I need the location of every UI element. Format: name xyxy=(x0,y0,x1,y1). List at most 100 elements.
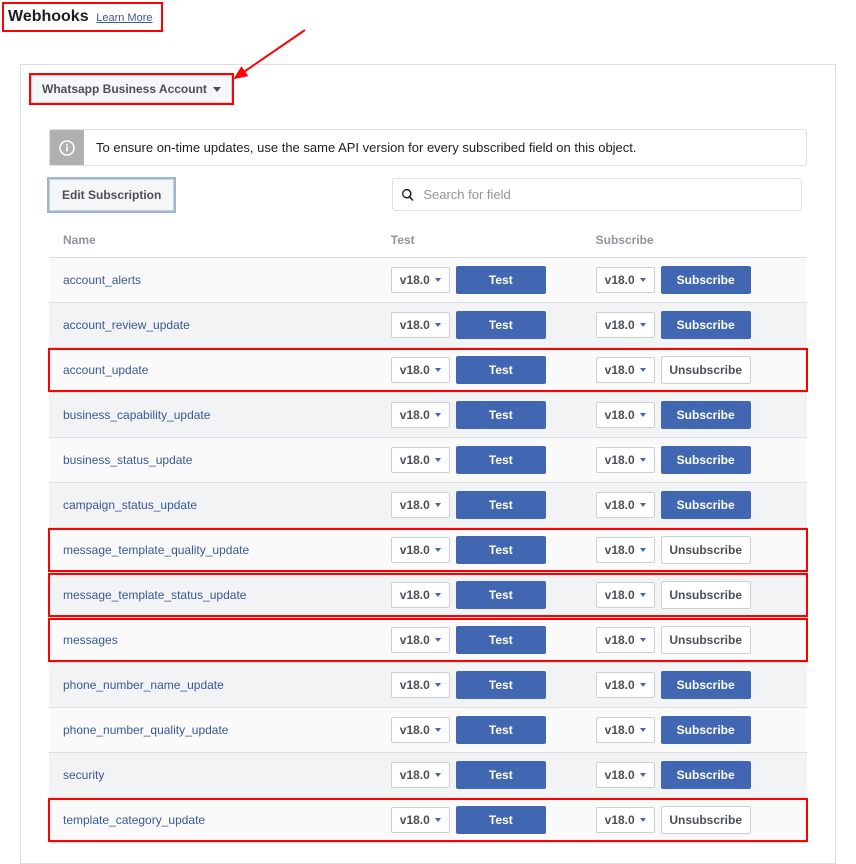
search-field-wrap[interactable] xyxy=(392,178,802,211)
edit-subscription-button[interactable]: Edit Subscription xyxy=(49,179,174,211)
field-name-link[interactable]: message_template_status_update xyxy=(63,588,246,602)
caret-down-icon xyxy=(435,458,441,462)
version-dropdown[interactable]: v18.0 xyxy=(596,312,655,338)
info-icon xyxy=(50,130,84,165)
test-button[interactable]: Test xyxy=(456,626,546,654)
field-name-link[interactable]: business_status_update xyxy=(63,453,192,467)
test-button[interactable]: Test xyxy=(456,401,546,429)
caret-down-icon xyxy=(435,503,441,507)
caret-down-icon xyxy=(640,548,646,552)
subscribe-button[interactable]: Subscribe xyxy=(661,266,751,294)
caret-down-icon xyxy=(640,773,646,777)
col-header-name: Name xyxy=(49,223,377,258)
field-name-link[interactable]: business_capability_update xyxy=(63,408,210,422)
field-name-link[interactable]: messages xyxy=(63,633,118,647)
version-dropdown[interactable]: v18.0 xyxy=(391,627,450,653)
subscribe-button[interactable]: Subscribe xyxy=(661,446,751,474)
version-dropdown[interactable]: v18.0 xyxy=(391,582,450,608)
caret-down-icon xyxy=(435,728,441,732)
field-name-link[interactable]: security xyxy=(63,768,104,782)
version-dropdown[interactable]: v18.0 xyxy=(596,267,655,293)
test-button[interactable]: Test xyxy=(456,761,546,789)
version-dropdown[interactable]: v18.0 xyxy=(391,402,450,428)
caret-down-icon xyxy=(640,683,646,687)
version-dropdown[interactable]: v18.0 xyxy=(391,672,450,698)
field-name-link[interactable]: account_alerts xyxy=(63,273,141,287)
subscribe-button[interactable]: Subscribe xyxy=(661,761,751,789)
test-button[interactable]: Test xyxy=(456,671,546,699)
version-dropdown[interactable]: v18.0 xyxy=(596,402,655,428)
test-button[interactable]: Test xyxy=(456,581,546,609)
test-button[interactable]: Test xyxy=(456,356,546,384)
test-button[interactable]: Test xyxy=(456,446,546,474)
test-button[interactable]: Test xyxy=(456,536,546,564)
field-name-link[interactable]: account_review_update xyxy=(63,318,190,332)
account-dropdown-highlight: Whatsapp Business Account xyxy=(29,73,234,105)
caret-down-icon xyxy=(640,728,646,732)
caret-down-icon xyxy=(435,593,441,597)
account-dropdown-label: Whatsapp Business Account xyxy=(42,82,207,96)
webhooks-panel: Whatsapp Business Account To ensure on-t… xyxy=(20,64,836,864)
field-name-link[interactable]: phone_number_quality_update xyxy=(63,723,228,737)
info-text: To ensure on-time updates, use the same … xyxy=(84,130,649,165)
field-name-link[interactable]: phone_number_name_update xyxy=(63,678,224,692)
webhook-fields-table: Name Test Subscribe account_alertsv18.0T… xyxy=(49,223,807,843)
field-name-link[interactable]: message_template_quality_update xyxy=(63,543,249,557)
version-dropdown[interactable]: v18.0 xyxy=(391,762,450,788)
subscribe-button[interactable]: Subscribe xyxy=(661,401,751,429)
version-dropdown[interactable]: v18.0 xyxy=(391,492,450,518)
version-dropdown[interactable]: v18.0 xyxy=(391,357,450,383)
version-dropdown[interactable]: v18.0 xyxy=(596,627,655,653)
version-dropdown[interactable]: v18.0 xyxy=(596,762,655,788)
test-button[interactable]: Test xyxy=(456,716,546,744)
table-row: securityv18.0Testv18.0Subscribe xyxy=(49,753,807,798)
version-dropdown[interactable]: v18.0 xyxy=(596,357,655,383)
version-dropdown[interactable]: v18.0 xyxy=(596,717,655,743)
controls-row: Edit Subscription xyxy=(49,178,807,211)
caret-down-icon xyxy=(640,503,646,507)
test-button[interactable]: Test xyxy=(456,266,546,294)
search-input[interactable] xyxy=(423,183,793,206)
col-header-test: Test xyxy=(377,223,582,258)
unsubscribe-button[interactable]: Unsubscribe xyxy=(661,581,751,609)
learn-more-link[interactable]: Learn More xyxy=(96,12,152,24)
version-dropdown[interactable]: v18.0 xyxy=(596,447,655,473)
version-dropdown[interactable]: v18.0 xyxy=(391,717,450,743)
subscribe-button[interactable]: Subscribe xyxy=(661,491,751,519)
caret-down-icon xyxy=(640,368,646,372)
unsubscribe-button[interactable]: Unsubscribe xyxy=(661,356,751,384)
account-dropdown[interactable]: Whatsapp Business Account xyxy=(31,75,232,103)
table-row: business_status_updatev18.0Testv18.0Subs… xyxy=(49,438,807,483)
unsubscribe-button[interactable]: Unsubscribe xyxy=(661,626,751,654)
caret-down-icon xyxy=(435,548,441,552)
subscribe-button[interactable]: Subscribe xyxy=(661,716,751,744)
table-row: business_capability_updatev18.0Testv18.0… xyxy=(49,393,807,438)
subscribe-button[interactable]: Subscribe xyxy=(661,671,751,699)
table-row: campaign_status_updatev18.0Testv18.0Subs… xyxy=(49,483,807,528)
field-name-link[interactable]: account_update xyxy=(63,363,148,377)
version-dropdown[interactable]: v18.0 xyxy=(391,312,450,338)
version-dropdown[interactable]: v18.0 xyxy=(596,537,655,563)
version-dropdown[interactable]: v18.0 xyxy=(391,447,450,473)
field-name-link[interactable]: campaign_status_update xyxy=(63,498,197,512)
version-dropdown[interactable]: v18.0 xyxy=(596,492,655,518)
version-dropdown[interactable]: v18.0 xyxy=(596,582,655,608)
caret-down-icon xyxy=(640,323,646,327)
version-dropdown[interactable]: v18.0 xyxy=(596,807,655,833)
caret-down-icon xyxy=(435,323,441,327)
col-header-subscribe: Subscribe xyxy=(582,223,807,258)
test-button[interactable]: Test xyxy=(456,311,546,339)
version-dropdown[interactable]: v18.0 xyxy=(391,267,450,293)
test-button[interactable]: Test xyxy=(456,806,546,834)
field-name-link[interactable]: template_category_update xyxy=(63,813,205,827)
unsubscribe-button[interactable]: Unsubscribe xyxy=(661,536,751,564)
caret-down-icon xyxy=(640,638,646,642)
version-dropdown[interactable]: v18.0 xyxy=(596,672,655,698)
unsubscribe-button[interactable]: Unsubscribe xyxy=(661,806,751,834)
test-button[interactable]: Test xyxy=(456,491,546,519)
version-dropdown[interactable]: v18.0 xyxy=(391,537,450,563)
version-dropdown[interactable]: v18.0 xyxy=(391,807,450,833)
caret-down-icon xyxy=(435,413,441,417)
caret-down-icon xyxy=(213,87,221,92)
subscribe-button[interactable]: Subscribe xyxy=(661,311,751,339)
